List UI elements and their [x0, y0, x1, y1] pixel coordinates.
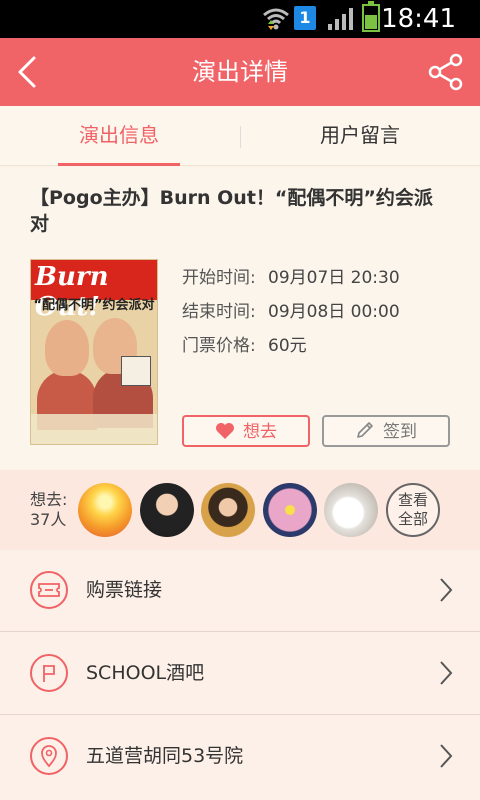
- poster-subtitle: “配偶不明”约会派对: [33, 298, 155, 313]
- ticket-icon: [30, 571, 68, 609]
- event-title: 【Pogo主办】Burn Out！“配偶不明”约会派对: [30, 187, 433, 235]
- end-time-label: 结束时间:: [182, 302, 256, 322]
- flag-icon: [30, 654, 68, 692]
- title-bar: 演出详情: [0, 38, 480, 106]
- avatar[interactable]: [78, 483, 132, 537]
- list-item-venue[interactable]: SCHOOL酒吧: [0, 633, 480, 715]
- list-item-ticket-link[interactable]: 购票链接: [0, 550, 480, 632]
- address-label: 五道营胡同53号院: [86, 745, 244, 767]
- check-in-button[interactable]: 签到: [322, 415, 450, 447]
- wifi-icon: [263, 8, 289, 30]
- chevron-right-icon: [440, 661, 453, 685]
- avatar[interactable]: [263, 483, 317, 537]
- event-links-list: 购票链接 SCHOOL酒吧 五道营胡同53号院: [0, 550, 480, 800]
- attendees-strip: 想去: 37人 查看 全部: [0, 470, 480, 550]
- end-time-value: 09月08日 00:00: [268, 302, 400, 322]
- list-item-address[interactable]: 五道营胡同53号院: [0, 716, 480, 798]
- view-all-button[interactable]: 查看 全部: [386, 483, 440, 537]
- start-time-label: 开始时间:: [182, 268, 256, 288]
- notification-badge: 1: [294, 6, 316, 30]
- avatar[interactable]: [201, 483, 255, 537]
- chevron-right-icon: [440, 578, 453, 602]
- event-poster[interactable]: Burn Out! “配偶不明”约会派对: [30, 259, 158, 445]
- start-time-value: 09月07日 20:30: [268, 268, 400, 288]
- signal-icon: [328, 8, 353, 30]
- pencil-icon: [357, 422, 373, 438]
- venue-label: SCHOOL酒吧: [86, 662, 205, 684]
- start-time-row: 开始时间: 09月07日 20:30: [182, 263, 400, 288]
- ticket-price-value: 60元: [268, 336, 307, 356]
- ticket-price-row: 门票价格: 60元: [182, 331, 307, 356]
- tab-user-comments[interactable]: 用户留言: [240, 106, 480, 166]
- ticket-link-label: 购票链接: [86, 579, 163, 601]
- check-in-label: 签到: [383, 422, 417, 442]
- want-to-go-label: 想去: [243, 422, 277, 442]
- share-icon[interactable]: [426, 52, 466, 92]
- want-count-label: 想去: 37人: [30, 490, 68, 529]
- heart-icon: [216, 423, 234, 439]
- tab-show-info[interactable]: 演出信息: [58, 106, 180, 166]
- chevron-right-icon: [440, 744, 453, 768]
- status-bar: 1 18:41: [0, 0, 480, 38]
- event-section: 【Pogo主办】Burn Out！“配偶不明”约会派对 Burn Out! “配…: [0, 167, 480, 469]
- status-time: 18:41: [381, 4, 456, 34]
- avatar[interactable]: [140, 483, 194, 537]
- location-pin-icon: [30, 737, 68, 775]
- page-title: 演出详情: [192, 58, 288, 86]
- ticket-price-label: 门票价格:: [182, 336, 256, 356]
- end-time-row: 结束时间: 09月08日 00:00: [182, 297, 400, 322]
- poster-headline: Burn Out!: [35, 262, 109, 322]
- avatar[interactable]: [324, 483, 378, 537]
- tab-bar: 演出信息 用户留言: [0, 106, 480, 166]
- want-to-go-button[interactable]: 想去: [182, 415, 310, 447]
- battery-icon: [362, 1, 380, 32]
